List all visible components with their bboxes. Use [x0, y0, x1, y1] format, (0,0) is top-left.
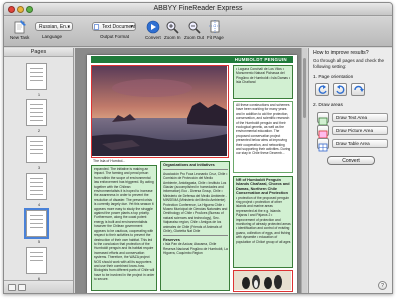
document-view[interactable]: HUMBOLDT PENGUIN The Isla of Humbol... •… — [75, 48, 307, 293]
pages-panel-title: Pages — [4, 48, 73, 57]
zoom-out-icon — [188, 21, 201, 34]
page-number: 1 — [37, 92, 41, 97]
rotate-180-button[interactable] — [351, 83, 365, 96]
draw-text-area-button[interactable]: Draw Text Area — [317, 112, 388, 126]
seascape-photo — [92, 66, 227, 156]
output-format-label: Output Format — [100, 34, 130, 39]
play-icon — [146, 20, 160, 34]
table-area-icon — [317, 138, 329, 152]
page-thumbnail[interactable] — [26, 173, 47, 200]
rotate-left-button[interactable] — [315, 83, 329, 96]
page-thumbnail-selected[interactable] — [24, 208, 49, 239]
zoom-out-button[interactable]: Zoom Out — [184, 20, 204, 40]
picture-area-penguins[interactable] — [233, 270, 293, 292]
document-page: HUMBOLDT PENGUIN The Isla of Humbol... •… — [87, 55, 297, 293]
page-thumbnail[interactable] — [26, 136, 47, 163]
draw-table-area-button[interactable]: Draw Table Area — [317, 138, 388, 152]
nr-title: NR of Humboldt Penguin Islands Chañaral,… — [236, 178, 290, 191]
table-area-block[interactable]: Organizations and initiatives Asociación… — [160, 161, 230, 291]
organizations-text: Asociación Pro Foca Leonardo Cruz, Chile… — [163, 171, 228, 234]
rotate-right-button[interactable] — [333, 83, 347, 96]
text-area-block[interactable]: NR of Humboldt Penguin Islands Chañaral,… — [233, 176, 293, 268]
help-panel: How to improve results? Go through all p… — [308, 48, 392, 293]
document-scrollbar[interactable] — [301, 48, 307, 293]
draw-picture-area-button[interactable]: Draw Picture Area — [317, 125, 388, 139]
new-task-button[interactable]: New Task — [10, 20, 29, 40]
fit-page-icon — [209, 20, 222, 33]
page-thumbnail-list: 1 2 3 4 5 6 — [4, 57, 73, 281]
right-mid-text: All these constructions and schemes have… — [236, 103, 291, 156]
language-select[interactable]: Russian, En... — [35, 22, 73, 31]
help-panel-title: How to improve results? — [313, 50, 369, 56]
page-number: 2 — [37, 128, 41, 133]
rotate-180-icon — [354, 85, 364, 92]
add-page-icon[interactable] — [8, 284, 16, 291]
page-orientation-heading: 1. Page orientation — [313, 75, 354, 80]
organizations-title: Organizations and initiatives — [163, 163, 215, 167]
title-bar: ABBYY FineReader Express — [4, 3, 392, 16]
convert-toolbar-button[interactable]: Convert — [145, 20, 161, 40]
photo-caption: The Isla of Humbol... — [93, 159, 126, 163]
column-1-text: expanded. The initiative is making an im… — [94, 167, 155, 282]
page-header-band: HUMBOLDT PENGUIN — [91, 56, 293, 63]
toolbar: New Task Russian, En... Language Text Do… — [4, 17, 392, 47]
draw-picture-area-label: Draw Picture Area — [332, 126, 388, 135]
penguins-photo — [234, 271, 291, 290]
conservation-block: NR of Humboldt Penguin Islands Chañaral,… — [236, 178, 291, 267]
text-area-block[interactable]: All these constructions and schemes have… — [233, 101, 293, 173]
reserves-text: • Isla Pan de Azúcar, Atacama, Chile Res… — [163, 242, 228, 256]
zoom-in-label: Zoom In — [164, 35, 181, 40]
text-area-block[interactable]: • Laguna Conchalí de Los Vilos • Monumen… — [233, 65, 293, 99]
rotate-left-icon — [318, 85, 327, 94]
picture-area[interactable] — [91, 65, 229, 158]
new-task-label: New Task — [10, 35, 30, 40]
document-icon — [94, 24, 99, 30]
page-thumbnail[interactable] — [26, 247, 47, 274]
new-task-icon — [14, 20, 26, 34]
page-number: 5 — [37, 239, 41, 244]
text-area-block[interactable]: expanded. The initiative is making an im… — [91, 165, 157, 291]
page-thumbnail[interactable] — [26, 63, 47, 90]
text-area-icon — [317, 112, 329, 126]
help-button[interactable]: ? — [378, 281, 387, 290]
scrollbar-thumb[interactable] — [303, 58, 306, 118]
page-thumbnail[interactable] — [26, 99, 47, 126]
zoom-out-label: Zoom Out — [184, 35, 205, 40]
window-title: ABBYY FineReader Express — [153, 5, 243, 12]
output-format-value: Text Document — [102, 24, 136, 30]
pages-panel: Pages 1 2 3 4 5 6 — [4, 48, 74, 293]
conservation-text: • protection of the proposed penguin rin… — [236, 195, 291, 244]
pages-panel-footer — [4, 280, 73, 293]
draw-areas-heading: 2. Draw areas — [313, 103, 343, 108]
fit-page-button[interactable]: Fit Page — [207, 20, 224, 40]
zoom-in-icon — [166, 21, 179, 34]
convert-button[interactable]: Convert — [327, 156, 375, 165]
zoom-in-button[interactable]: Zoom In — [164, 20, 181, 40]
right-top-text: • Laguna Conchalí de Los Vilos • Monumen… — [236, 67, 290, 85]
page-number: 3 — [37, 165, 41, 170]
app-window: ABBYY FineReader Express New Task Russia… — [3, 2, 393, 294]
fit-page-label: Fit Page — [207, 35, 224, 40]
rotate-right-icon — [336, 85, 345, 94]
help-panel-text: Go through all pages and check the follo… — [313, 58, 385, 69]
draw-table-area-label: Draw Table Area — [332, 139, 388, 148]
language-label: Language — [42, 34, 63, 39]
draw-text-area-label: Draw Text Area — [332, 113, 388, 122]
remove-page-icon[interactable] — [18, 284, 26, 291]
picture-area-icon — [317, 125, 329, 139]
convert-label: Convert — [145, 35, 161, 40]
organizations-block: Organizations and initiatives Asociación… — [163, 163, 228, 290]
page-number: 4 — [37, 202, 41, 207]
